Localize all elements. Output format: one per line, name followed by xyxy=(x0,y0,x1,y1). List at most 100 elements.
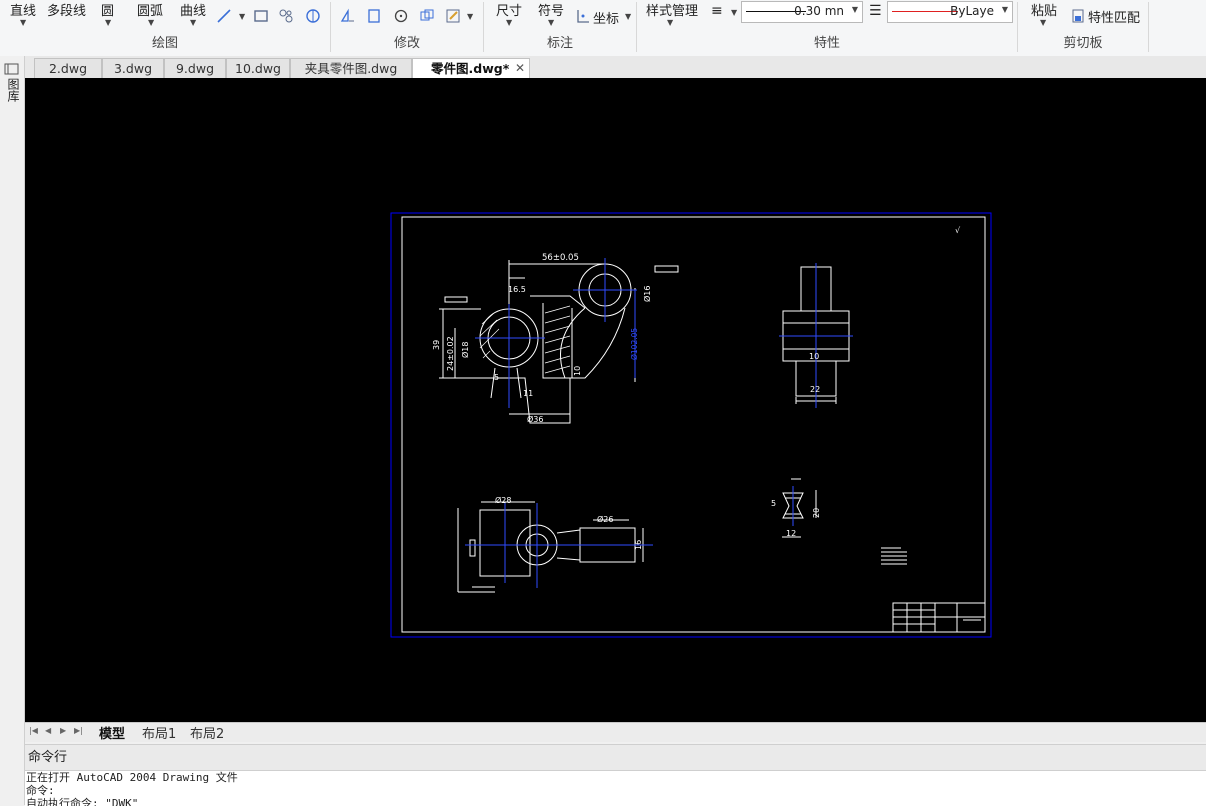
inner-border xyxy=(401,216,986,633)
modify-group: ▼ 修改 xyxy=(331,0,483,56)
chevron-down-icon[interactable]: ▼ xyxy=(105,18,111,27)
dim-5: 5 xyxy=(494,373,499,382)
dim-22: 22 xyxy=(810,385,820,394)
command-log-line: 命令: xyxy=(26,784,55,797)
tab-3-dwg[interactable]: 3.dwg xyxy=(102,58,164,79)
dim-20: 20 xyxy=(812,508,821,518)
match-properties-button[interactable]: 特性匹配 xyxy=(1088,7,1140,26)
circle-button[interactable]: 圆 xyxy=(101,0,114,19)
layout-tab-bar: |◀ ◀ ▶ ▶| 模型 布局1 布局2 xyxy=(25,722,1206,742)
dimension-button[interactable]: 尺寸 xyxy=(496,0,522,19)
dim-12: 12 xyxy=(786,529,796,538)
color-select[interactable]: ByLaye ▼ xyxy=(887,1,1013,23)
paste-button[interactable]: 粘贴 xyxy=(1031,0,1057,19)
linetype-icon[interactable]: ☰ xyxy=(869,3,882,19)
drawing-svg[interactable]: √ 56±0.05 16.5 Ø16 39 24±0.02 Ø18 Ø36 10… xyxy=(25,78,1206,722)
region-icon[interactable] xyxy=(305,8,321,24)
tab-9-dwg[interactable]: 9.dwg xyxy=(164,58,226,79)
dim-5b: 5 xyxy=(771,499,776,508)
chevron-down-icon[interactable]: ▼ xyxy=(1040,18,1046,27)
command-title: 命令行 xyxy=(28,750,68,765)
dim-56: 56±0.05 xyxy=(542,253,579,263)
coordinate-button[interactable]: 坐标 xyxy=(593,8,619,27)
hatch-icon[interactable] xyxy=(278,8,294,24)
rectangle-icon[interactable] xyxy=(253,8,269,24)
dim-16-5: 16.5 xyxy=(508,285,526,294)
library-icon[interactable] xyxy=(4,63,19,75)
tab-model[interactable]: 模型 xyxy=(99,723,125,742)
symbol-button[interactable]: 符号 xyxy=(538,0,564,19)
outer-frame xyxy=(390,212,992,638)
first-tab-icon[interactable]: |◀ xyxy=(29,726,38,735)
match-properties-icon[interactable] xyxy=(1070,8,1086,24)
edit-icon[interactable] xyxy=(445,8,461,24)
draw-group-label: 绘图 xyxy=(151,36,178,51)
construction-line-icon[interactable] xyxy=(216,8,232,24)
rotate-icon[interactable] xyxy=(393,8,409,24)
dim-10: 10 xyxy=(573,366,582,376)
copy-icon[interactable] xyxy=(419,8,435,24)
lineweight-icon[interactable]: ≡ xyxy=(711,3,723,19)
curve-button[interactable]: 曲线 xyxy=(180,0,206,19)
next-tab-icon[interactable]: ▶ xyxy=(60,726,66,735)
dim-26: Ø26 xyxy=(597,514,613,524)
dim-16b: 16 xyxy=(634,540,643,550)
offset-icon[interactable] xyxy=(366,8,382,24)
dim-39: 39 xyxy=(432,340,441,350)
tab-layout2[interactable]: 布局2 xyxy=(190,723,224,742)
prev-tab-icon[interactable]: ◀ xyxy=(45,726,51,735)
top-view xyxy=(457,501,644,593)
line-button[interactable]: 直线 xyxy=(10,0,36,19)
chevron-down-icon: ▼ xyxy=(851,5,858,14)
tab-fixture-part-dwg[interactable]: 夹具零件图.dwg xyxy=(290,58,412,79)
main-view-centerlines xyxy=(475,258,637,408)
lineweight-select[interactable]: 0.30 mn ▼ xyxy=(741,1,863,23)
mirror-icon[interactable] xyxy=(340,8,356,24)
tab-part-dwg[interactable]: 零件图.dwg* ✕ xyxy=(412,58,530,78)
chevron-down-icon[interactable]: ▼ xyxy=(625,12,631,21)
chevron-down-icon[interactable]: ▼ xyxy=(239,12,245,21)
chevron-down-icon[interactable]: ▼ xyxy=(548,18,554,27)
coordinate-icon[interactable] xyxy=(575,8,591,24)
close-icon[interactable]: ✕ xyxy=(515,59,525,78)
chevron-down-icon[interactable]: ▼ xyxy=(731,8,737,17)
dim-24: 24±0.02 xyxy=(446,336,455,371)
polyline-button[interactable]: 多段线 xyxy=(47,0,86,19)
chevron-down-icon[interactable]: ▼ xyxy=(148,18,154,27)
command-log-line: 正在打开 AutoCAD 2004 Drawing 文件 xyxy=(26,771,238,784)
ribbon: 直线 ▼ 多段线 圆 ▼ 圆弧 ▼ 曲线 ▼ ▼ 绘图 ▼ 修改 尺寸 ▼ 符号… xyxy=(0,0,1206,57)
dim-11: 11 xyxy=(523,389,533,398)
annotate-group-label: 标注 xyxy=(546,36,573,51)
dim-10b: 10 xyxy=(809,352,819,361)
library-label[interactable]: 图库 xyxy=(5,78,20,102)
tab-layout1[interactable]: 布局1 xyxy=(142,723,176,742)
chevron-down-icon[interactable]: ▼ xyxy=(506,18,512,27)
command-history[interactable]: 正在打开 AutoCAD 2004 Drawing 文件 命令: 自动执行命令:… xyxy=(25,770,1206,806)
dim-102: Ø102.05 xyxy=(630,328,639,360)
modify-group-label: 修改 xyxy=(393,36,420,51)
chevron-down-icon[interactable]: ▼ xyxy=(190,18,196,27)
style-manager-button[interactable]: 样式管理 xyxy=(646,0,698,19)
chevron-down-icon[interactable]: ▼ xyxy=(467,12,473,21)
clipboard-group-label: 剪切板 xyxy=(1063,36,1103,51)
last-tab-icon[interactable]: ▶| xyxy=(74,726,83,735)
drawing-canvas[interactable]: √ 56±0.05 16.5 Ø16 39 24±0.02 Ø18 Ø36 10… xyxy=(25,78,1206,722)
chevron-down-icon: ▼ xyxy=(1001,5,1008,14)
clipboard-group: 粘贴 ▼ 特性匹配 剪切板 xyxy=(1018,0,1148,56)
command-title-bar: 命令行 xyxy=(25,744,1206,771)
dim-36: Ø36 xyxy=(527,414,543,424)
annotate-group: 尺寸 ▼ 符号 ▼ 坐标 ▼ 标注 xyxy=(484,0,636,56)
tab-10-dwg[interactable]: 10.dwg xyxy=(226,58,290,79)
chevron-down-icon[interactable]: ▼ xyxy=(667,18,673,27)
properties-group: 样式管理 ▼ ≡ ▼ 0.30 mn ▼ ☰ ByLaye ▼ 特性 xyxy=(637,0,1017,56)
main-view xyxy=(439,260,679,424)
top-view-centerlines xyxy=(465,503,653,588)
arc-button[interactable]: 圆弧 xyxy=(137,0,163,19)
chevron-down-icon[interactable]: ▼ xyxy=(20,18,26,27)
tab-2-dwg[interactable]: 2.dwg xyxy=(34,58,102,79)
title-block xyxy=(892,602,986,633)
tech-notes xyxy=(881,547,907,565)
side-panel: 图库 xyxy=(0,56,25,805)
draw-group: 直线 ▼ 多段线 圆 ▼ 圆弧 ▼ 曲线 ▼ ▼ 绘图 xyxy=(0,0,330,56)
document-tab-bar: 2.dwg 3.dwg 9.dwg 10.dwg 夹具零件图.dwg 零件图.d… xyxy=(0,56,1206,79)
